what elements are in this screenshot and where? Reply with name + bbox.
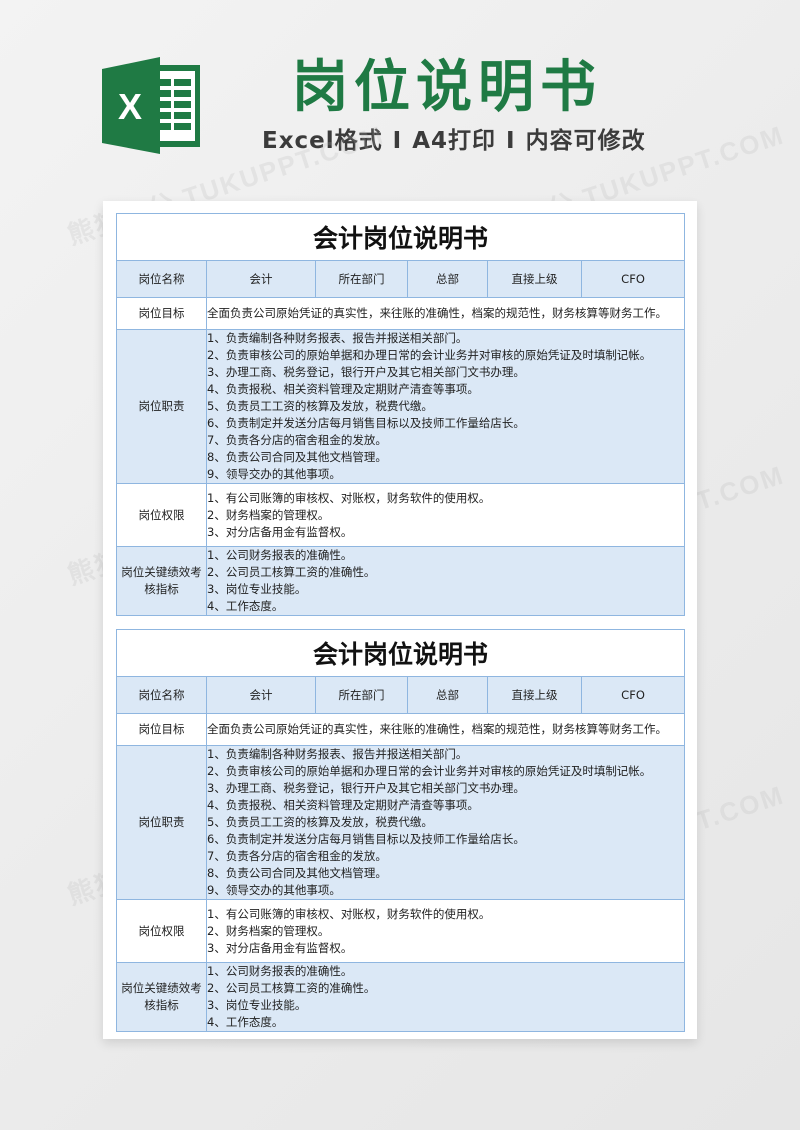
subtitle-format: Excel格式 — [262, 128, 383, 154]
supervisor-label: 直接上级 — [487, 676, 582, 714]
list-item: 2、公司员工核算工资的准确性。 — [207, 981, 376, 995]
list-item: 7、负责各分店的宿舍租金的发放。 — [207, 433, 387, 447]
department-label: 所在部门 — [315, 676, 408, 714]
department-value[interactable]: 总部 — [407, 260, 488, 298]
list-item: 2、负责审核公司的原始单据和办理日常的会计业务并对审核的原始凭证及时填制记帐。 — [207, 348, 652, 362]
position-name-value[interactable]: 会计 — [206, 260, 316, 298]
page-title: 岗位说明书 — [292, 55, 602, 120]
goal-text[interactable]: 全面负责公司原始凭证的真实性，来往账的准确性，档案的规范性，财务核算等财务工作。 — [205, 713, 686, 746]
job-description-table: 会计岗位说明书 岗位名称 会计 所在部门 总部 直接上级 CFO 岗位目标 全面… — [115, 213, 686, 616]
kpi-list[interactable]: 1、公司财务报表的准确性。 2、公司员工核算工资的准确性。 3、岗位专业技能。 … — [205, 546, 686, 616]
subtitle-separator: I — [506, 128, 516, 154]
list-item: 4、工作态度。 — [207, 599, 284, 613]
position-name-label: 岗位名称 — [116, 260, 207, 298]
page-subtitle: Excel格式 I A4打印 I 内容可修改 — [262, 124, 662, 158]
list-item: 8、负责公司合同及其他文档管理。 — [207, 866, 387, 880]
kpi-label-line: 核指标 — [144, 998, 179, 1012]
supervisor-value[interactable]: CFO — [580, 260, 686, 298]
duties-label: 岗位职责 — [116, 329, 207, 484]
list-item: 3、岗位专业技能。 — [207, 998, 307, 1012]
duties-list[interactable]: 1、负责编制各种财务报表、报告并报送相关部门。 2、负责审核公司的原始单据和办理… — [205, 329, 686, 484]
list-item: 1、有公司账簿的审核权、对账权，财务软件的使用权。 — [207, 906, 491, 921]
list-item: 1、负责编制各种财务报表、报告并报送相关部门。 — [207, 331, 468, 345]
list-item: 3、对分店备用金有监督权。 — [207, 524, 353, 539]
list-item: 2、财务档案的管理权。 — [207, 923, 330, 938]
list-item: 9、领导交办的其他事项。 — [207, 467, 341, 481]
list-item: 1、负责编制各种财务报表、报告并报送相关部门。 — [207, 747, 468, 761]
goal-text[interactable]: 全面负责公司原始凭证的真实性，来往账的准确性，档案的规范性，财务核算等财务工作。 — [205, 297, 686, 330]
kpi-label-line: 岗位关键绩效考 — [121, 981, 202, 995]
document-page: 会计岗位说明书 岗位名称 会计 所在部门 总部 直接上级 CFO 岗位目标 全面… — [103, 201, 697, 1039]
list-item: 6、负责制定并发送分店每月销售目标以及技师工作量给店长。 — [207, 832, 525, 846]
department-label: 所在部门 — [315, 260, 408, 298]
subtitle-separator: I — [392, 128, 403, 154]
list-item: 3、岗位专业技能。 — [207, 582, 307, 596]
subtitle-print: A4打印 — [412, 128, 497, 154]
list-item: 6、负责制定并发送分店每月销售目标以及技师工作量给店长。 — [207, 416, 525, 430]
authority-label: 岗位权限 — [116, 483, 207, 547]
list-item: 8、负责公司合同及其他文档管理。 — [207, 450, 387, 464]
department-value[interactable]: 总部 — [407, 676, 488, 714]
kpi-label: 岗位关键绩效考 核指标 — [116, 962, 207, 1032]
sheet-title: 会计岗位说明书 — [115, 629, 686, 677]
list-item: 2、公司员工核算工资的准确性。 — [207, 565, 376, 579]
kpi-label-line: 核指标 — [144, 582, 179, 596]
list-item: 4、工作态度。 — [207, 1015, 284, 1029]
job-description-table: 会计岗位说明书 岗位名称 会计 所在部门 总部 直接上级 CFO 岗位目标 全面… — [115, 629, 686, 1032]
supervisor-label: 直接上级 — [487, 260, 582, 298]
goal-label: 岗位目标 — [116, 713, 207, 746]
list-item: 3、办理工商、税务登记，银行开户及其它相关部门文书办理。 — [207, 365, 525, 379]
list-item: 1、公司财务报表的准确性。 — [207, 548, 353, 562]
authority-label: 岗位权限 — [116, 899, 207, 963]
list-item: 9、领导交办的其他事项。 — [207, 883, 341, 897]
list-item: 2、财务档案的管理权。 — [207, 507, 330, 522]
subtitle-editable: 内容可修改 — [525, 128, 646, 154]
authority-list[interactable]: 1、有公司账簿的审核权、对账权，财务软件的使用权。 2、财务档案的管理权。 3、… — [205, 899, 686, 963]
list-item: 3、对分店备用金有监督权。 — [207, 940, 353, 955]
list-item: 4、负责报税、相关资料管理及定期财产清查等事项。 — [207, 798, 479, 812]
list-item: 7、负责各分店的宿舍租金的发放。 — [207, 849, 387, 863]
sheet-title: 会计岗位说明书 — [115, 213, 686, 261]
list-item: 3、办理工商、税务登记，银行开户及其它相关部门文书办理。 — [207, 781, 525, 795]
position-name-label: 岗位名称 — [116, 676, 207, 714]
excel-icon: X — [102, 57, 200, 154]
list-item: 2、负责审核公司的原始单据和办理日常的会计业务并对审核的原始凭证及时填制记帐。 — [207, 764, 652, 778]
goal-label: 岗位目标 — [116, 297, 207, 330]
svg-text:X: X — [118, 86, 142, 127]
list-item: 1、有公司账簿的审核权、对账权，财务软件的使用权。 — [207, 490, 491, 505]
list-item: 4、负责报税、相关资料管理及定期财产清查等事项。 — [207, 382, 479, 396]
kpi-list[interactable]: 1、公司财务报表的准确性。 2、公司员工核算工资的准确性。 3、岗位专业技能。 … — [205, 962, 686, 1032]
kpi-label-line: 岗位关键绩效考 — [121, 565, 202, 579]
list-item: 5、负责员工工资的核算及发放，税费代缴。 — [207, 399, 433, 413]
authority-list[interactable]: 1、有公司账簿的审核权、对账权，财务软件的使用权。 2、财务档案的管理权。 3、… — [205, 483, 686, 547]
list-item: 1、公司财务报表的准确性。 — [207, 964, 353, 978]
kpi-label: 岗位关键绩效考 核指标 — [116, 546, 207, 616]
position-name-value[interactable]: 会计 — [206, 676, 316, 714]
list-item: 5、负责员工工资的核算及发放，税费代缴。 — [207, 815, 433, 829]
duties-list[interactable]: 1、负责编制各种财务报表、报告并报送相关部门。 2、负责审核公司的原始单据和办理… — [205, 745, 686, 900]
duties-label: 岗位职责 — [116, 745, 207, 900]
supervisor-value[interactable]: CFO — [580, 676, 686, 714]
